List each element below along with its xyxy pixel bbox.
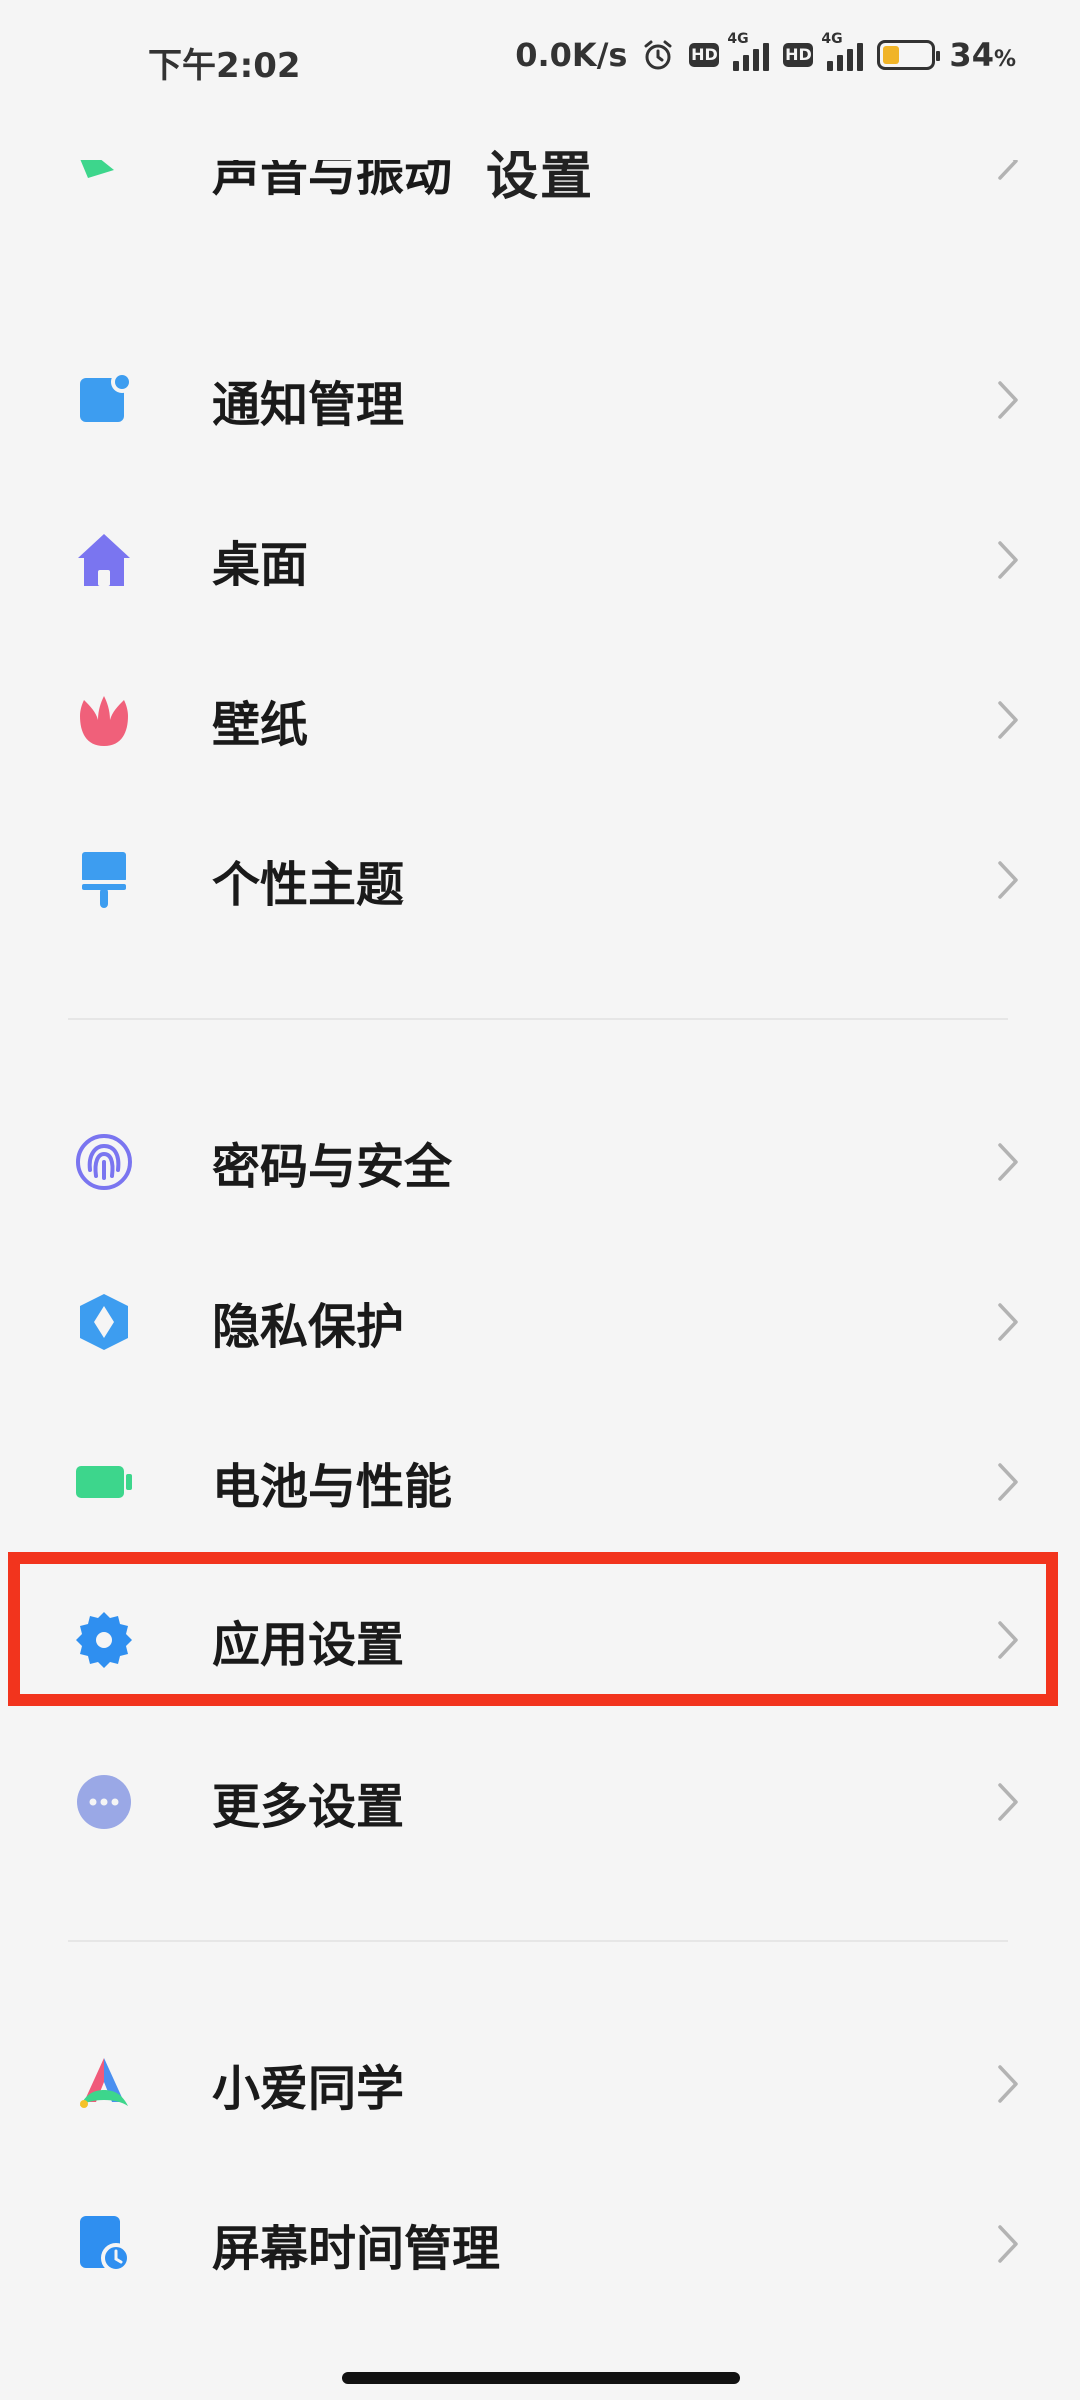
settings-item-label: 更多设置 xyxy=(212,1779,405,1835)
chevron-right-icon xyxy=(998,2065,1018,2103)
chevron-right-icon xyxy=(998,381,1018,419)
signal-type-2: 4G xyxy=(821,31,843,47)
section-divider xyxy=(68,1018,1008,1020)
battery-percent: 34% xyxy=(949,36,1016,74)
settings-item-label: 通知管理 xyxy=(212,377,405,433)
settings-item-themes[interactable]: 个性主题 xyxy=(0,800,1080,960)
signal-icon-2: 4G xyxy=(821,31,864,71)
settings-item-home-screen[interactable]: 桌面 xyxy=(0,480,1080,640)
chevron-right-icon xyxy=(998,1463,1018,1501)
settings-item-passwords-security[interactable]: 密码与安全 xyxy=(0,1082,1080,1242)
chevron-right-icon xyxy=(998,541,1018,579)
chevron-right-icon xyxy=(998,1143,1018,1181)
hd-icon-2: HD xyxy=(783,43,814,67)
chevron-right-icon xyxy=(998,861,1018,899)
settings-item-label: 密码与安全 xyxy=(212,1139,453,1195)
chevron-right-icon xyxy=(998,2225,1018,2263)
settings-item-label: 声音与振动 xyxy=(212,160,453,202)
highlight-box xyxy=(8,1552,1058,1706)
battery-icon xyxy=(877,40,941,70)
chevron-right-icon xyxy=(998,1783,1018,1821)
settings-item-battery[interactable]: 电池与性能 xyxy=(0,1402,1080,1562)
notification-icon xyxy=(80,371,133,422)
screen-time-icon xyxy=(80,2216,131,2273)
battery-icon xyxy=(76,1466,132,1498)
settings-item-label: 小爱同学 xyxy=(212,2061,405,2117)
settings-item-label: 隐私保护 xyxy=(212,1299,405,1355)
net-speed: 0.0K/s xyxy=(515,36,628,74)
settings-item-more-settings[interactable]: 更多设置 xyxy=(0,1722,1080,1882)
home-indicator[interactable] xyxy=(342,2372,740,2384)
status-time: 下午2:02 xyxy=(148,46,301,86)
xiaoai-icon xyxy=(80,2058,128,2108)
hd-icon: HD xyxy=(689,43,720,67)
section-divider xyxy=(68,1940,1008,1942)
settings-item-privacy[interactable]: 隐私保护 xyxy=(0,1242,1080,1402)
chevron-right-icon xyxy=(998,701,1018,739)
signal-type: 4G xyxy=(727,31,749,47)
flower-icon xyxy=(80,696,128,746)
settings-item-label: 个性主题 xyxy=(212,857,405,913)
home-icon xyxy=(78,534,130,586)
more-icon xyxy=(77,1775,131,1829)
brush-icon xyxy=(82,852,126,908)
shield-icon xyxy=(80,1294,128,1350)
settings-item-notifications[interactable]: 通知管理 xyxy=(0,320,1080,480)
settings-item-label: 壁纸 xyxy=(212,697,309,753)
status-bar: 下午2:02 0.0K/s HD 4G HD 4G 34% xyxy=(0,0,1080,120)
settings-item-label: 屏幕时间管理 xyxy=(212,2221,501,2277)
settings-item-label: 桌面 xyxy=(212,537,309,593)
status-indicators: 0.0K/s HD 4G HD 4G 34% xyxy=(515,31,1016,74)
alarm-icon xyxy=(644,40,672,70)
settings-item-wallpaper[interactable]: 壁纸 xyxy=(0,640,1080,800)
settings-item-screen-time[interactable]: 屏幕时间管理 xyxy=(0,2164,1080,2324)
sound-icon xyxy=(80,160,114,178)
settings-item-xiaoai[interactable]: 小爱同学 xyxy=(0,2004,1080,2164)
signal-icon: 4G xyxy=(727,31,770,71)
chevron-right-icon xyxy=(998,160,1018,180)
settings-item-label: 电池与性能 xyxy=(212,1459,453,1515)
settings-item-sound[interactable]: 声音与振动 xyxy=(0,160,1080,240)
chevron-right-icon xyxy=(998,1303,1018,1341)
fingerprint-icon xyxy=(76,1134,132,1190)
